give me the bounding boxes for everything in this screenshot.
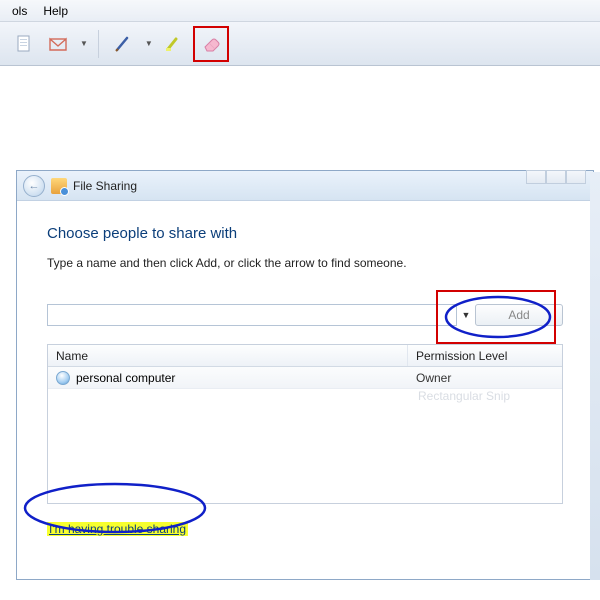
eraser-button[interactable] <box>197 30 225 58</box>
eraser-tool-selected <box>193 26 229 62</box>
dialog-subtext: Type a name and then click Add, or click… <box>47 256 563 270</box>
dialog-titlebar: ← File Sharing <box>17 171 593 201</box>
user-icon <box>56 371 70 385</box>
add-person-row: ▼ Add <box>47 304 563 326</box>
right-edge <box>590 172 600 580</box>
file-sharing-dialog: ← File Sharing Choose people to share wi… <box>16 170 594 580</box>
send-snip-button[interactable] <box>44 30 72 58</box>
highlighter-button[interactable] <box>159 30 187 58</box>
dialog-heading: Choose people to share with <box>47 225 563 242</box>
win-ctrl[interactable] <box>526 170 546 184</box>
person-name-input[interactable] <box>47 304 457 326</box>
win-ctrl[interactable] <box>566 170 586 184</box>
table-row[interactable]: personal computer Owner <box>48 367 562 389</box>
dropdown-arrow-icon[interactable]: ▼ <box>80 39 88 48</box>
share-list-table: Name Permission Level personal computer … <box>47 344 563 504</box>
pen-icon <box>113 34 133 54</box>
add-button[interactable]: Add <box>475 304 563 326</box>
menubar: ols Help <box>0 0 600 22</box>
row-permission: Owner <box>408 371 562 385</box>
eraser-icon <box>200 34 222 54</box>
divider <box>98 30 99 58</box>
sharing-icon <box>51 178 67 194</box>
menu-help[interactable]: Help <box>35 2 76 20</box>
highlighter-icon <box>163 34 183 54</box>
new-snip-button[interactable] <box>10 30 38 58</box>
pen-blue-button[interactable] <box>109 30 137 58</box>
dropdown-arrow-icon[interactable]: ▼ <box>145 39 153 48</box>
column-permission[interactable]: Permission Level <box>408 345 562 366</box>
dialog-body: Choose people to share with Type a name … <box>17 201 593 546</box>
document-icon <box>14 34 34 54</box>
menu-tools[interactable]: ols <box>4 2 35 20</box>
watermark-text: Rectangular Snip <box>418 389 510 403</box>
column-name[interactable]: Name <box>48 345 408 366</box>
dialog-title: File Sharing <box>73 179 137 193</box>
window-controls-bg <box>526 170 586 184</box>
row-name: personal computer <box>76 371 175 385</box>
blank-area <box>0 66 600 172</box>
trouble-sharing-link[interactable]: I'm having trouble sharing <box>47 522 188 536</box>
back-button[interactable]: ← <box>23 175 45 197</box>
person-dropdown-arrow[interactable]: ▼ <box>459 304 473 326</box>
envelope-icon <box>47 34 69 54</box>
table-header: Name Permission Level <box>48 345 562 367</box>
toolbar: ▼ ▼ <box>0 22 600 66</box>
win-ctrl[interactable] <box>546 170 566 184</box>
